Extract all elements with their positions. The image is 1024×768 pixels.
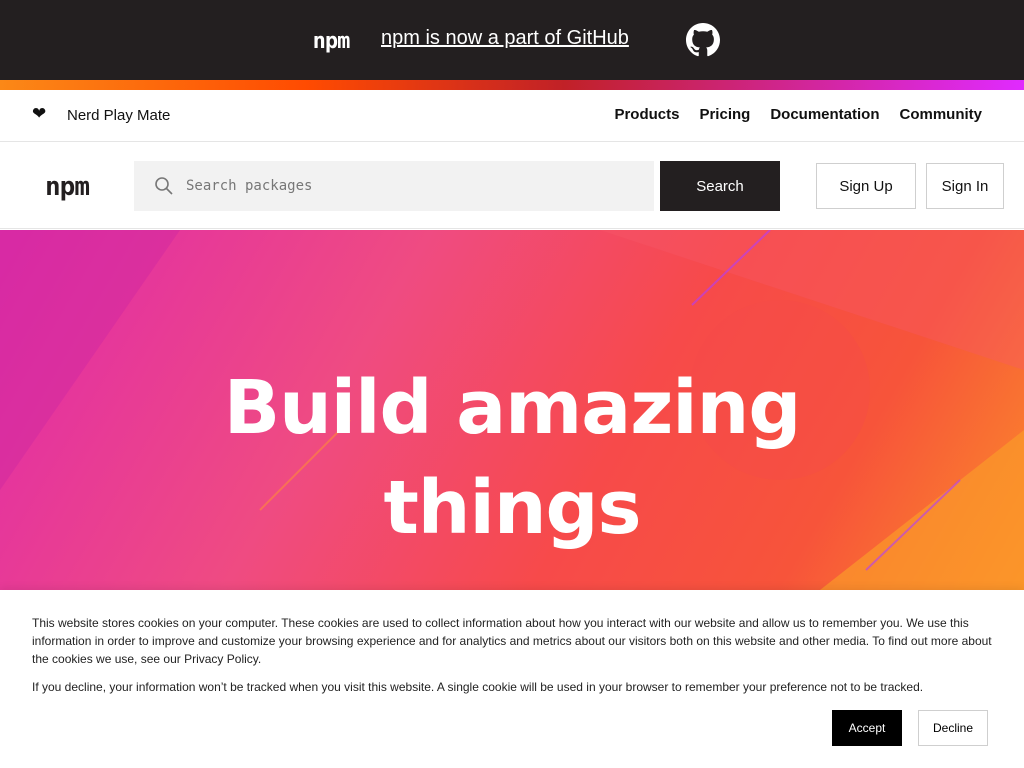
hero-title-line2: things xyxy=(383,465,641,551)
nav-documentation[interactable]: Documentation xyxy=(770,106,879,123)
nav-pricing[interactable]: Pricing xyxy=(699,106,750,123)
hero-title-line1: Build amazing xyxy=(223,365,802,451)
gradient-stripe xyxy=(0,80,1024,90)
accept-button[interactable]: Accept xyxy=(832,710,902,746)
npm-logo-small: npm xyxy=(312,28,351,54)
tagline: Nerd Play Mate xyxy=(67,107,171,124)
search-input[interactable] xyxy=(178,164,644,208)
top-banner: npm npm is now a part of GitHub xyxy=(0,0,1024,80)
nav-products[interactable]: Products xyxy=(614,106,679,123)
sign-in-button[interactable]: Sign In xyxy=(926,163,1004,209)
github-announcement-link[interactable]: npm is now a part of GitHub xyxy=(381,27,629,55)
search-button[interactable]: Search xyxy=(660,161,780,211)
cookie-decline-info: If you decline, your information won’t b… xyxy=(32,680,924,694)
cookie-description: This website stores cookies on your comp… xyxy=(32,616,992,666)
github-icon[interactable] xyxy=(686,23,720,57)
hero-section: Build amazing things xyxy=(0,230,1024,590)
search-header: npm Search Sign Up Sign In xyxy=(0,143,1024,229)
hero-title: Build amazing things xyxy=(0,358,1024,558)
sign-up-button[interactable]: Sign Up xyxy=(816,163,916,209)
main-nav-links: Products Pricing Documentation Community xyxy=(614,106,982,123)
search-icon xyxy=(155,177,173,195)
cookie-banner: This website stores cookies on your comp… xyxy=(0,590,1024,768)
search-box xyxy=(134,161,654,211)
npm-logo[interactable]: npm xyxy=(32,172,102,202)
decline-button[interactable]: Decline xyxy=(918,710,988,746)
nav-community[interactable]: Community xyxy=(900,106,983,123)
heart-icon: ❤ xyxy=(32,104,47,124)
secondary-nav: ❤ Nerd Play Mate Products Pricing Docume… xyxy=(0,90,1024,142)
